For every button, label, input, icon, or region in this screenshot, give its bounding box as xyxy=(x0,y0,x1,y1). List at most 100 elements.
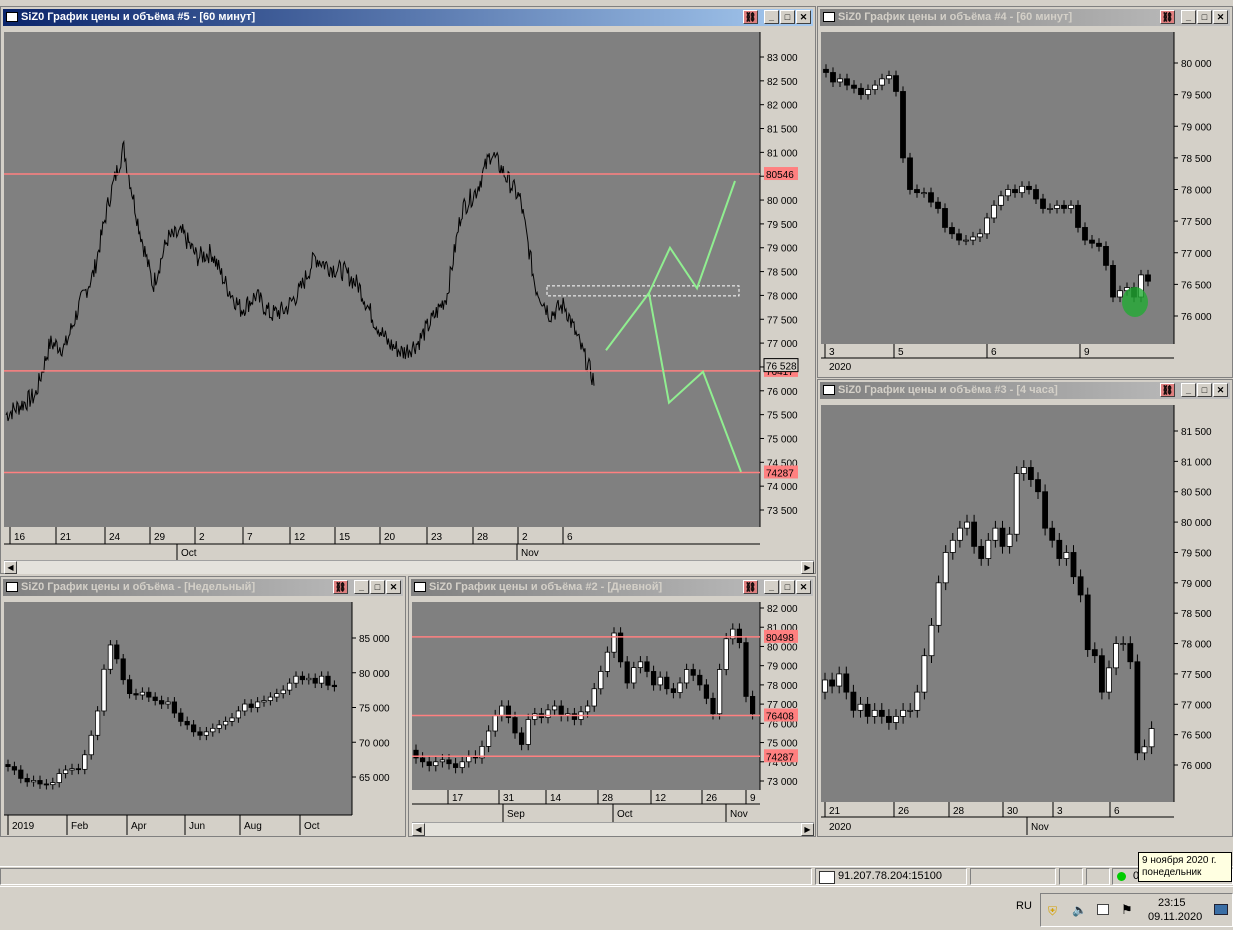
candle-body xyxy=(971,521,978,547)
candle-body xyxy=(836,673,843,687)
close-button[interactable]: ✕ xyxy=(1213,383,1228,397)
candle-body xyxy=(229,717,235,722)
chart-window-5[interactable]: SiZ0 График цены и объёма #5 - [60 минут… xyxy=(0,6,816,574)
status-cell xyxy=(0,868,812,885)
minimize-button[interactable]: _ xyxy=(1181,10,1196,24)
horizontal-scrollbar[interactable]: ◀ ▶ xyxy=(412,822,814,836)
candle-body xyxy=(942,552,949,584)
candle-body xyxy=(433,761,439,767)
price-chart-area[interactable]: 83 00082 50082 00081 50081 00080 50080 0… xyxy=(4,32,814,562)
security-icon[interactable]: ⛨ xyxy=(1048,904,1057,919)
link-icon[interactable]: ⛓ xyxy=(743,10,758,24)
price-tick-label: 75 000 xyxy=(767,739,798,750)
price-chart-svg[interactable]: 80 000 79 500 79 000 78 500 78 000 77 500 77 0… xyxy=(821,32,1231,375)
chart-window-3[interactable]: SiZ0 График цены и объёма #3 - [4 часа] … xyxy=(817,379,1233,837)
price-chart-area[interactable]: 81 500 81 000 80 500 80 000 79 500 79 000 78 5… xyxy=(821,405,1231,835)
price-chart-svg[interactable]: 82 00081 00080 00079 00078 00077 00076 0… xyxy=(412,602,814,822)
candle-body xyxy=(235,710,241,719)
scroll-right-button[interactable]: ▶ xyxy=(801,823,814,836)
date-tick-label: 12 xyxy=(655,793,667,804)
price-chart-svg[interactable]: 83 00082 50082 00081 50081 00080 50080 0… xyxy=(4,32,814,562)
candle-body xyxy=(50,782,56,786)
horizontal-scrollbar[interactable]: ◀ ▶ xyxy=(4,560,814,574)
candle-body xyxy=(1082,227,1088,241)
link-icon[interactable]: ⛓ xyxy=(333,580,348,594)
close-button[interactable]: ✕ xyxy=(386,580,401,594)
candle-body xyxy=(1113,643,1120,669)
chart-window-weekly[interactable]: SiZ0 График цены и объёма - [Недельный] … xyxy=(0,576,406,837)
candle-body xyxy=(5,764,11,767)
price-tick-label: 77 000 xyxy=(767,339,798,350)
candle-body xyxy=(197,731,203,736)
link-icon[interactable]: ⛓ xyxy=(1160,10,1175,24)
minimize-button[interactable]: _ xyxy=(764,580,779,594)
close-button[interactable]: ✕ xyxy=(796,10,811,24)
candle-body xyxy=(545,709,551,718)
status-bar: 91.207.78.204:15100 0 xyxy=(0,866,1233,887)
candle-body xyxy=(851,84,857,89)
candle-body xyxy=(977,233,983,238)
price-chart-svg[interactable]: 85 000 80 000 75 000 70 000 65 000 2019 Feb Apr… xyxy=(4,602,404,835)
scroll-left-button[interactable]: ◀ xyxy=(412,823,425,836)
candle-body xyxy=(286,682,293,691)
chart-window-4[interactable]: SiZ0 График цены и объёма #4 - [60 минут… xyxy=(817,6,1233,378)
chart-window-2[interactable]: SiZ0 График цены и объёма #2 - [Дневной]… xyxy=(408,576,816,837)
candle-body xyxy=(1040,198,1046,209)
title-bar[interactable]: SiZ0 График цены и объёма #3 - [4 часа] … xyxy=(820,382,1230,399)
candle-body xyxy=(644,661,650,672)
minimize-button[interactable]: _ xyxy=(1181,383,1196,397)
candle-body xyxy=(499,705,505,717)
clock-time[interactable]: 23:15 xyxy=(1158,897,1186,909)
price-tick-label: 79 000 xyxy=(767,662,798,673)
candle-body xyxy=(1061,204,1067,209)
candle-body xyxy=(133,693,139,696)
close-button[interactable]: ✕ xyxy=(796,580,811,594)
maximize-button[interactable]: □ xyxy=(370,580,385,594)
price-tick-label: 77 000 xyxy=(1181,700,1212,711)
candle-body xyxy=(1049,527,1056,541)
maximize-button[interactable]: □ xyxy=(780,10,795,24)
price-tick-label: 81 000 xyxy=(767,148,798,159)
title-bar[interactable]: SiZ0 График цены и объёма #2 - [Дневной]… xyxy=(411,579,813,596)
price-chart-area[interactable]: 82 000 81 000 80 000 79 000 78 000 77 000 76 0… xyxy=(412,602,814,822)
candle-body xyxy=(1134,661,1141,754)
network-tray-icon[interactable] xyxy=(1097,904,1109,915)
title-bar[interactable]: SiZ0 График цены и объёма - [Недельный] … xyxy=(3,579,403,596)
maximize-button[interactable]: □ xyxy=(780,580,795,594)
candle-body xyxy=(1110,264,1116,298)
link-icon[interactable]: ⛓ xyxy=(1160,383,1175,397)
date-tick-label: 6 xyxy=(991,347,997,358)
price-chart-area[interactable]: 80 000 79 500 79 000 78 500 78 000 77 500 77 0… xyxy=(821,32,1231,375)
scroll-left-button[interactable]: ◀ xyxy=(4,561,17,574)
scroll-right-button[interactable]: ▶ xyxy=(801,561,814,574)
candle-body xyxy=(591,688,597,707)
link-icon[interactable]: ⛓ xyxy=(743,580,758,594)
price-chart-svg[interactable]: 81 500 81 000 80 500 80 000 79 500 79 000 78 5… xyxy=(821,405,1231,835)
candle-body xyxy=(1013,473,1020,535)
clock-date[interactable]: 09.11.2020 xyxy=(1148,911,1202,923)
candle-body xyxy=(956,527,963,541)
minimize-button[interactable]: _ xyxy=(354,580,369,594)
title-bar[interactable]: SiZ0 График цены и объёма #4 - [60 минут… xyxy=(820,9,1230,26)
candle-body xyxy=(1035,479,1041,493)
price-tick-label: 80 000 xyxy=(1181,59,1212,70)
candle-body xyxy=(274,693,280,698)
window-title: SiZ0 График цены и объёма #3 - [4 часа] xyxy=(838,384,1058,396)
year-label: 2020 xyxy=(829,362,852,373)
minimize-button[interactable]: _ xyxy=(764,10,779,24)
show-desktop-icon[interactable] xyxy=(1214,904,1228,915)
close-button[interactable]: ✕ xyxy=(1213,10,1228,24)
candle-body xyxy=(865,89,871,96)
price-tick-label: 79 500 xyxy=(1181,548,1212,559)
price-chart-area[interactable]: 85 000 80 000 75 000 70 000 65 000 2019 Feb Apr… xyxy=(4,602,404,835)
language-indicator[interactable]: RU xyxy=(1016,900,1032,912)
candle-body xyxy=(935,201,941,209)
flag-icon[interactable]: ⚑ xyxy=(1121,902,1133,918)
volume-icon[interactable]: 🔈 xyxy=(1072,903,1087,917)
maximize-button[interactable]: □ xyxy=(1197,10,1212,24)
candle-body xyxy=(900,709,906,717)
title-bar[interactable]: SiZ0 График цены и объёма #5 - [60 минут… xyxy=(3,9,813,26)
candle-body xyxy=(1077,576,1084,596)
maximize-button[interactable]: □ xyxy=(1197,383,1212,397)
candle-body xyxy=(127,679,133,694)
